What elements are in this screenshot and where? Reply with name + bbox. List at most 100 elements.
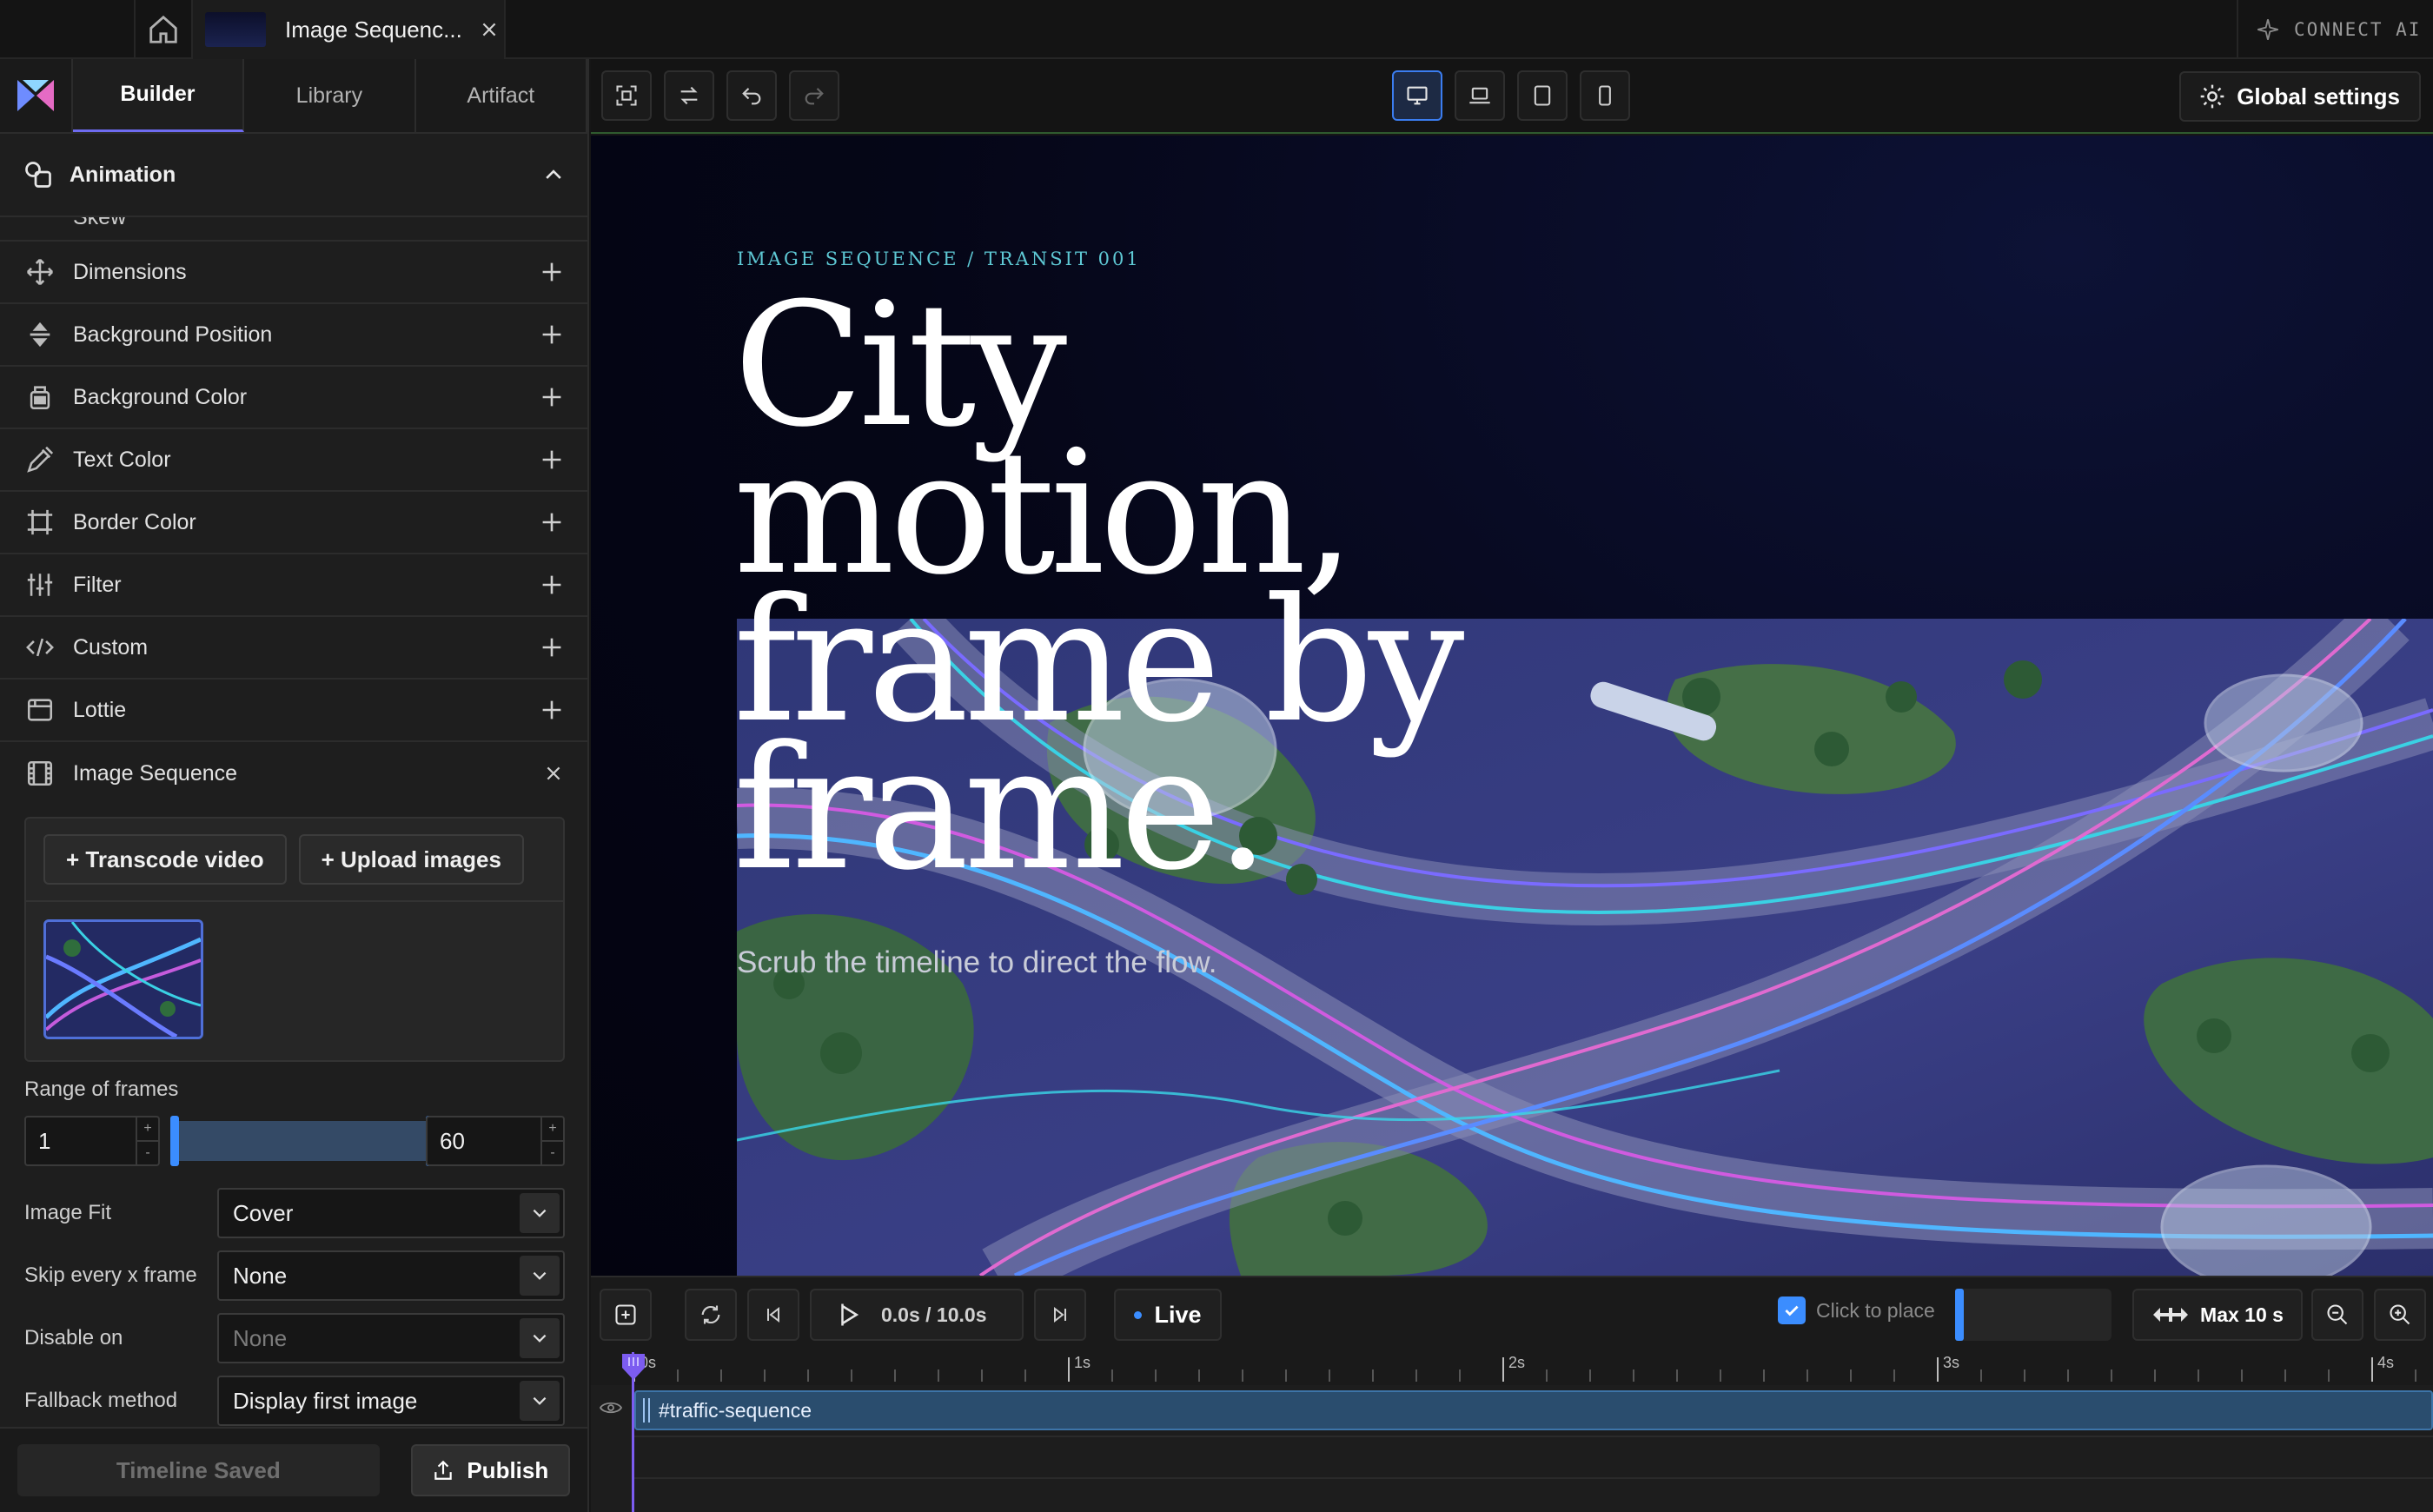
zoom-in-button[interactable]: [2374, 1289, 2426, 1341]
plus-icon[interactable]: [540, 323, 563, 346]
skip-frame-select[interactable]: None: [217, 1250, 565, 1301]
loop-button[interactable]: [685, 1289, 737, 1341]
chevron-up-icon[interactable]: [542, 163, 565, 186]
plus-icon[interactable]: [540, 511, 563, 534]
film-strip-icon: [24, 758, 56, 789]
timeline-ruler[interactable]: 0s 1s 2s 3s 4s: [591, 1350, 2433, 1385]
zoom-in-icon: [2390, 1304, 2410, 1325]
placement-slider[interactable]: [1955, 1289, 2111, 1341]
redo-button[interactable]: [789, 70, 839, 121]
increment-button[interactable]: +: [137, 1117, 158, 1142]
track-visibility-button[interactable]: [600, 1399, 622, 1416]
tab-builder[interactable]: Builder: [72, 59, 245, 132]
border-frame-icon: [24, 507, 56, 538]
live-button[interactable]: Live: [1114, 1289, 1222, 1341]
placement-slider-handle[interactable]: [1955, 1289, 1964, 1341]
document-tab[interactable]: Image Sequenc...: [193, 0, 506, 59]
decrement-button[interactable]: -: [137, 1142, 158, 1164]
connect-ai-button[interactable]: CONNECT AI: [2237, 0, 2433, 59]
disable-on-select[interactable]: None: [217, 1313, 565, 1363]
timeline-tracks: #traffic-sequence: [591, 1385, 2433, 1512]
plus-icon[interactable]: [540, 574, 563, 596]
device-laptop-button[interactable]: [1455, 70, 1505, 121]
image-fit-select[interactable]: Cover: [217, 1188, 565, 1238]
home-icon: [149, 15, 177, 43]
property-label: Dimensions: [73, 259, 187, 284]
click-to-place-checkbox[interactable]: [1778, 1296, 1806, 1324]
close-icon[interactable]: [544, 764, 563, 783]
property-label: Filter: [73, 572, 122, 597]
device-mobile-button[interactable]: [1580, 70, 1630, 121]
property-row-skew[interactable]: Skew: [0, 217, 587, 242]
zoom-out-button[interactable]: [2311, 1289, 2363, 1341]
property-row-border-color[interactable]: Border Color: [0, 492, 587, 554]
fallback-method-select[interactable]: Display first image: [217, 1376, 565, 1426]
skip-to-end-button[interactable]: [1034, 1289, 1086, 1341]
decrement-button[interactable]: -: [542, 1142, 563, 1164]
app-logo-icon: [17, 80, 54, 111]
plus-icon[interactable]: [540, 636, 563, 659]
property-row-image-sequence[interactable]: Image Sequence: [0, 742, 587, 805]
playhead-handle[interactable]: [620, 1352, 646, 1382]
close-tab-button[interactable]: [480, 20, 499, 39]
property-label: Text Color: [73, 447, 171, 472]
property-label: Border Color: [73, 509, 196, 534]
swap-button[interactable]: [664, 70, 714, 121]
range-end-input[interactable]: 60 + -: [426, 1116, 565, 1166]
frame-range-slider[interactable]: [172, 1121, 433, 1161]
track-drag-handle[interactable]: [643, 1398, 650, 1422]
hero-subline: Scrub the timeline to direct the flow.: [737, 945, 1217, 979]
property-row-filter[interactable]: Filter: [0, 554, 587, 617]
device-desktop-button[interactable]: [1392, 70, 1442, 121]
plus-icon[interactable]: [540, 699, 563, 721]
vertical-arrows-icon: [24, 319, 56, 350]
property-row-text-color[interactable]: Text Color: [0, 429, 587, 492]
publish-button[interactable]: Publish: [410, 1444, 570, 1496]
property-row-background-color[interactable]: Background Color: [0, 367, 587, 429]
focus-select-button[interactable]: [601, 70, 652, 121]
range-end-stepper[interactable]: + -: [540, 1117, 563, 1164]
tab-artifact[interactable]: Artifact: [416, 59, 587, 132]
add-track-button[interactable]: [600, 1289, 652, 1341]
timeline-controls: 0.0s / 10.0s Live Click to place Max 10 …: [591, 1276, 2433, 1350]
sequence-frame-thumbnail[interactable]: [43, 919, 203, 1039]
laptop-icon: [1469, 87, 1490, 104]
play-time-control[interactable]: 0.0s / 10.0s: [810, 1289, 1024, 1341]
property-row-dimensions[interactable]: Dimensions: [0, 242, 587, 304]
left-panel: Builder Library Artifact Animation Skew …: [0, 59, 589, 1512]
plus-icon[interactable]: [540, 448, 563, 471]
property-row-custom[interactable]: Custom: [0, 617, 587, 680]
sliders-icon: [24, 569, 56, 600]
home-button[interactable]: [134, 0, 193, 59]
app-logo[interactable]: [0, 59, 73, 132]
device-tablet-button[interactable]: [1517, 70, 1568, 121]
undo-icon: [742, 88, 761, 105]
document-thumbnail: [205, 12, 266, 47]
property-row-lottie[interactable]: Lottie: [0, 680, 587, 742]
tablet-icon: [1534, 85, 1551, 106]
property-label: Skew: [73, 217, 127, 229]
track-traffic-sequence[interactable]: #traffic-sequence: [634, 1390, 2433, 1430]
timeline-saved-button[interactable]: Timeline Saved: [17, 1444, 380, 1496]
global-settings-label: Global settings: [2237, 83, 2400, 109]
tab-library[interactable]: Library: [244, 59, 416, 132]
upload-images-button[interactable]: + Upload images: [298, 834, 524, 885]
property-row-background-position[interactable]: Background Position: [0, 304, 587, 367]
range-start-input[interactable]: 1 + -: [24, 1116, 160, 1166]
increment-button[interactable]: +: [542, 1117, 563, 1142]
max-duration-label: Max 10 s: [2200, 1303, 2284, 1326]
range-start-stepper[interactable]: + -: [136, 1117, 158, 1164]
skip-to-start-button[interactable]: [747, 1289, 799, 1341]
design-canvas[interactable]: IMAGE SEQUENCE / TRANSIT 001 City motion…: [591, 136, 2433, 1276]
sparkle-icon: [2257, 19, 2278, 40]
plus-icon[interactable]: [540, 386, 563, 408]
global-settings-button[interactable]: Global settings: [2179, 71, 2421, 122]
animation-property-list: Skew Dimensions Background Position Back…: [0, 217, 587, 805]
range-start-handle[interactable]: [170, 1116, 179, 1166]
transcode-video-button[interactable]: + Transcode video: [43, 834, 287, 885]
max-duration-button[interactable]: Max 10 s: [2132, 1289, 2303, 1341]
click-to-place-toggle[interactable]: Click to place: [1778, 1296, 1935, 1324]
plus-icon[interactable]: [540, 261, 563, 283]
animation-section-header[interactable]: Animation: [0, 134, 587, 217]
undo-button[interactable]: [726, 70, 777, 121]
